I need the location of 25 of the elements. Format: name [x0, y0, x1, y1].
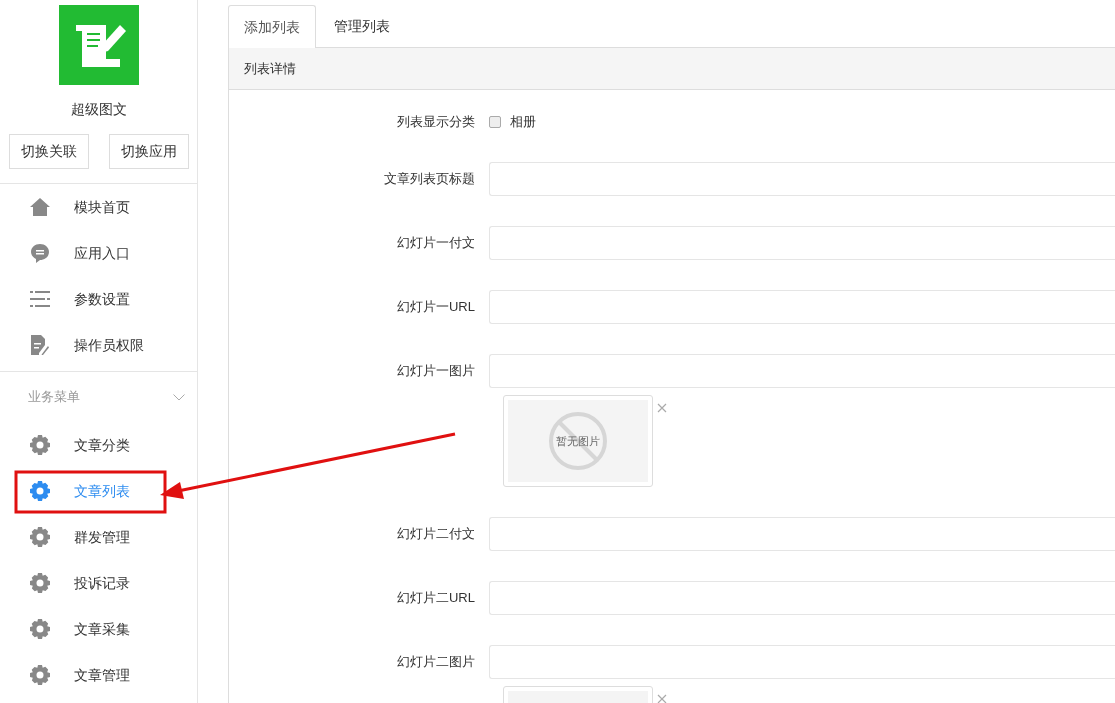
sidebar-item[interactable]: 文章采集 — [0, 606, 197, 652]
field-label: 幻灯片一图片 — [396, 362, 476, 381]
sidebar-item[interactable]: 应用入口 — [0, 230, 197, 276]
field-label: 幻灯片二图片 — [396, 653, 476, 672]
panel-header: 列表详情 — [229, 48, 1115, 90]
sidebar-item[interactable]: 文章管理 — [0, 652, 197, 698]
tab[interactable]: 添加列表 — [228, 5, 316, 48]
sidebar-item[interactable]: 参数设置 — [0, 276, 197, 322]
field-label: 幻灯片一付文 — [396, 234, 476, 253]
checkbox-label[interactable]: 相册 — [510, 112, 536, 132]
sidebar-item[interactable]: 模块首页 — [0, 184, 197, 230]
field-label: 文章列表页标题 — [383, 170, 476, 189]
no-image-text: 暂无图片 — [556, 433, 600, 449]
app-name: 超级图文 — [70, 100, 127, 119]
field-label: 幻灯片二付文 — [396, 525, 476, 544]
sidebar-item[interactable]: 投诉记录 — [0, 560, 197, 606]
field-label: 幻灯片二URL — [396, 589, 476, 608]
sidebar-item[interactable]: 文章分类 — [0, 422, 197, 468]
switch-button[interactable]: 切换关联 — [8, 134, 89, 169]
switch-button[interactable]: 切换应用 — [108, 134, 189, 169]
tab[interactable]: 管理列表 — [316, 5, 408, 47]
sidebar-item[interactable]: 操作员权限 — [0, 322, 197, 368]
field-label: 列表显示分类 — [396, 113, 476, 132]
sidebar-item[interactable]: 群发管理 — [0, 514, 197, 560]
field-label: 幻灯片一URL — [396, 298, 476, 317]
